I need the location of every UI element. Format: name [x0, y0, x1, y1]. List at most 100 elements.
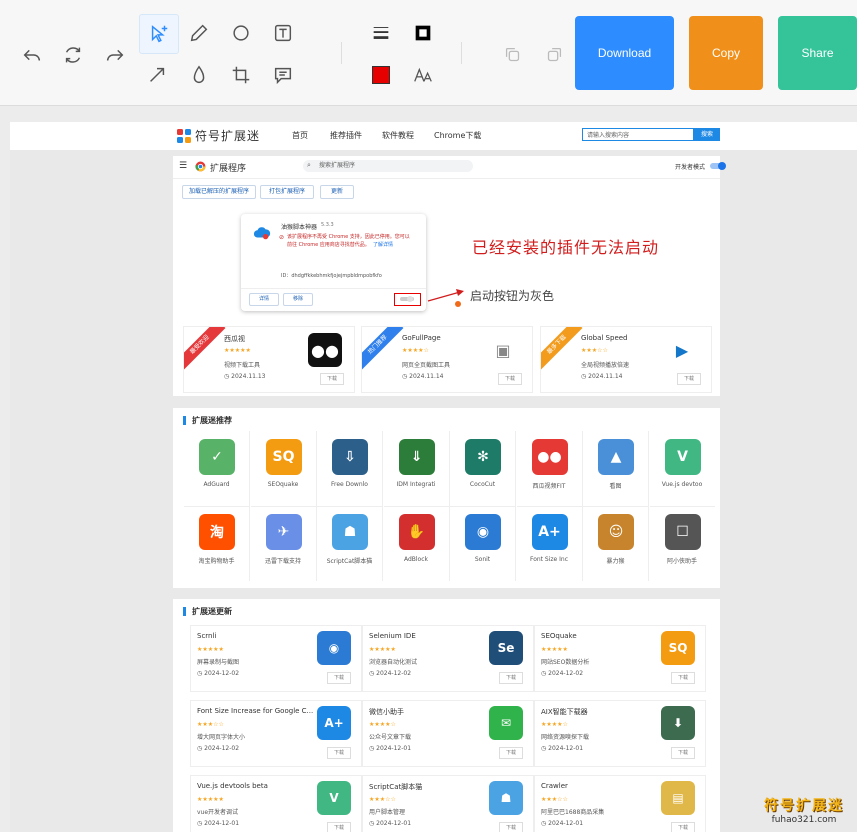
update-card[interactable]: Font Size Increase for Google C... ★★★☆☆ 增… [190, 700, 362, 767]
featured-card[interactable]: 最多下载 Global Speed ★★★☆☆ 全局视频播放倍速 ◷ 2024.11.1… [540, 326, 712, 393]
dev-mode-toggle[interactable] [710, 162, 726, 170]
nav-home[interactable]: 首页 [292, 130, 308, 141]
recommend-item[interactable]: ☗ ScriptCat脚本猫 [317, 506, 383, 581]
extension-cloud-icon [253, 227, 271, 240]
update-button[interactable]: 更新 [320, 185, 354, 199]
stroke-style-icon[interactable] [408, 18, 438, 48]
recommend-item-icon: ✋ [398, 514, 435, 550]
update-name: ScriptCat脚本猫 [369, 783, 423, 791]
details-button[interactable]: 详情 [249, 293, 279, 306]
featured-icon: ▶ [675, 340, 689, 360]
share-button[interactable]: Share [778, 16, 857, 90]
featured-download-button[interactable]: 下载 [498, 373, 522, 385]
enable-toggle-disabled[interactable] [394, 293, 421, 306]
learn-more-link[interactable]: 了解详情 [373, 241, 393, 248]
load-unpacked-button[interactable]: 加载已解压的扩展程序 [182, 185, 256, 199]
update-icon: ⬇ [661, 706, 695, 740]
update-download-button[interactable]: 下载 [499, 747, 523, 759]
update-download-button[interactable]: 下载 [671, 672, 695, 684]
update-name: 微信小助手 [369, 708, 404, 716]
recommend-item[interactable]: ●● 西瓜视频FIT [516, 431, 583, 507]
nav-recommend[interactable]: 推荐插件 [330, 130, 362, 141]
featured-card[interactable]: 最受欢迎 西瓜视 ★★★★★ 视频下载工具 ◷ 2024.11.13 ●● 下载 [183, 326, 355, 393]
update-download-button[interactable]: 下载 [499, 672, 523, 684]
watermark: 符号扩展迷 fuhao321.com [758, 795, 850, 825]
recommend-item[interactable]: A+ Font Size Inc [517, 506, 583, 581]
recommend-item-label: 暴力猴 [606, 558, 625, 565]
featured-ribbon: 最多下载 [541, 327, 583, 371]
select-tool-icon[interactable] [139, 14, 179, 54]
update-card[interactable]: 微信小助手 ★★★★☆ 公众号文章下载 ◷ 2024-12-01 ✉ 下载 [362, 700, 534, 767]
recommend-item[interactable]: SQ SEOquake [250, 431, 317, 507]
text-tool-icon[interactable] [268, 18, 298, 48]
color-swatch[interactable] [366, 60, 396, 90]
recommend-item[interactable]: ▲ 看图 [583, 431, 649, 507]
update-download-button[interactable]: 下载 [671, 822, 695, 832]
update-download-button[interactable]: 下载 [327, 822, 351, 832]
update-stars: ★★★☆☆ [197, 721, 224, 728]
update-download-button[interactable]: 下载 [499, 822, 523, 832]
search-icon: ⌕ [307, 161, 311, 169]
update-download-button[interactable]: 下载 [671, 747, 695, 759]
recommend-item[interactable]: ◉ Sonit [450, 506, 516, 581]
crop-icon[interactable] [226, 60, 256, 90]
featured-download-button[interactable]: 下载 [677, 373, 701, 385]
recommend-item[interactable]: ✓ AdGuard [184, 431, 250, 507]
recommend-item-label: ScriptCat脚本猫 [326, 558, 373, 565]
update-card[interactable]: SEOquake ★★★★★ 网站SEO数据分析 ◷ 2024-12-02 SQ 下载 [534, 625, 706, 692]
font-size-icon[interactable] [408, 60, 438, 90]
recommend-item-label: Vue.js devtoo [661, 481, 703, 488]
extension-id: ID：dhdgffkkebhmkfjojejmpbldmpobfkfo [281, 273, 382, 279]
update-card[interactable]: AIX智能下载器 ★★★★☆ 网络资源嗅探下载 ◷ 2024-12-01 ⬇ 下载 [534, 700, 706, 767]
update-desc: 浏览器自动化测试 [369, 659, 418, 666]
redo-icon[interactable] [100, 40, 130, 70]
remove-button[interactable]: 移除 [283, 293, 313, 306]
update-desc: 用户脚本管理 [369, 809, 406, 816]
update-download-button[interactable]: 下载 [327, 672, 351, 684]
circle-tool-icon[interactable] [226, 18, 256, 48]
bring-forward-icon[interactable] [498, 40, 528, 70]
recommend-item[interactable]: ✋ AdBlock [384, 506, 450, 581]
recommend-item[interactable]: ⇩ Free Downlo [317, 431, 383, 507]
featured-card[interactable]: 热门推荐 GoFullPage ★★★★☆ 网页全页截图工具 ◷ 2024.11.14 ▣… [361, 326, 533, 393]
pack-extension-button[interactable]: 打包扩展程序 [260, 185, 314, 199]
recommend-item[interactable]: V Vue.js devtoo [649, 431, 715, 507]
comment-icon[interactable] [268, 60, 298, 90]
update-card[interactable]: Crawler ★★★☆☆ 阿里巴巴1688商品采集 ◷ 2024-12-01 ▤ 下载 [534, 775, 706, 832]
recommend-item-icon: ☐ [664, 514, 701, 550]
update-name: SEOquake [541, 632, 577, 640]
recommend-item[interactable]: ☺ 暴力猴 [583, 506, 649, 581]
update-card[interactable]: Vue.js devtools beta ★★★★★ vue开发者调试 ◷ 2024-… [190, 775, 362, 832]
pencil-icon[interactable] [184, 18, 214, 48]
extension-warning-2: 前往 Chrome 应用商店寻找替代品。 [287, 242, 370, 248]
undo-icon[interactable] [17, 40, 47, 70]
recommend-item[interactable]: ☐ 阿小侠助手 [650, 506, 715, 581]
recommend-item[interactable]: ✈ 迅雷下载支持 [251, 506, 317, 581]
recommend-item[interactable]: ⇓ IDM Integrati [383, 431, 450, 507]
menu-icon[interactable]: ☰ [179, 161, 187, 171]
refresh-icon[interactable] [58, 40, 88, 70]
featured-download-button[interactable]: 下载 [320, 373, 344, 385]
update-date: ◷ 2024-12-02 [541, 670, 584, 677]
nav-tutorials[interactable]: 软件教程 [382, 130, 414, 141]
copy-button[interactable]: Copy [689, 16, 763, 90]
update-name: Scrnli [197, 632, 217, 640]
site-search-button[interactable]: 搜索 [694, 128, 720, 141]
recommend-item-label: IDM Integrati [396, 481, 436, 488]
blur-drop-icon[interactable] [184, 60, 214, 90]
site-search-input[interactable]: 请输入搜索内容 [582, 128, 694, 141]
update-card[interactable]: Scrnli ★★★★★ 屏幕录制与截图 ◷ 2024-12-02 ◉ 下载 [190, 625, 362, 692]
line-weight-icon[interactable] [366, 18, 396, 48]
recommend-item[interactable]: ✻ CocoCut [450, 431, 516, 507]
update-card[interactable]: ScriptCat脚本猫 ★★★☆☆ 用户脚本管理 ◷ 2024-12-01 ☗ 下载 [362, 775, 534, 832]
recommend-item[interactable]: 淘淘宝购物助手 [184, 506, 250, 581]
arrow-tool-icon[interactable] [142, 60, 172, 90]
send-backward-icon[interactable] [539, 40, 569, 70]
download-button[interactable]: Download [575, 16, 674, 90]
update-card[interactable]: Selenium IDE ★★★★★ 浏览器自动化测试 ◷ 2024-12-02 Se 下… [362, 625, 534, 692]
update-icon: Se [489, 631, 523, 665]
site-logo-text: 符号扩展迷 [195, 129, 261, 143]
extensions-search[interactable]: 搜索扩展程序 [303, 160, 473, 172]
nav-chrome-download[interactable]: Chrome下载 [434, 130, 481, 141]
update-download-button[interactable]: 下载 [327, 747, 351, 759]
